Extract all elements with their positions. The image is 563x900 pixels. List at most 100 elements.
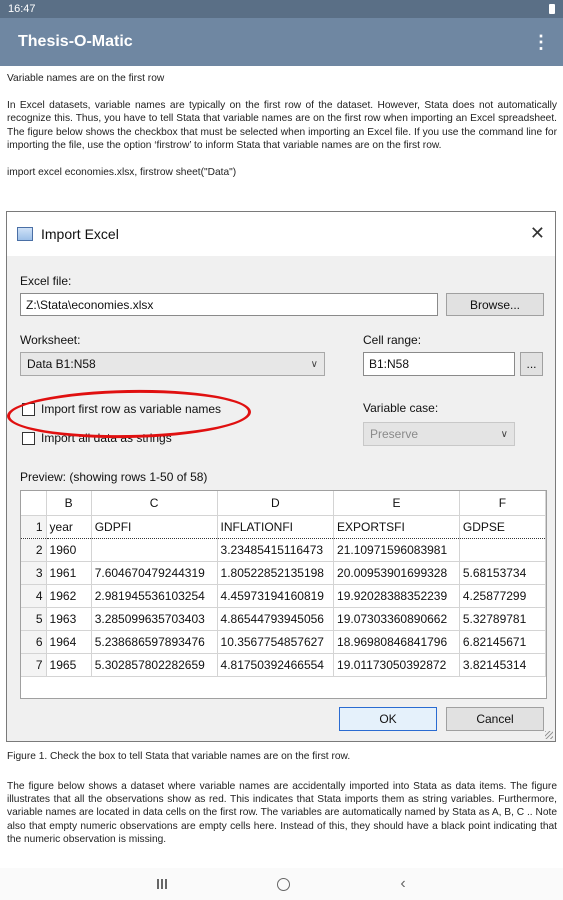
resize-grip[interactable] [545,731,553,739]
back-icon[interactable]: ‹ [400,875,405,893]
figure-caption: Figure 1. Check the box to tell Stata th… [7,751,351,762]
more-vert-icon[interactable]: ⋮ [532,33,550,51]
status-bar: 16:47 [0,0,563,18]
preview-grid[interactable]: B C D E F 1 year GDPFI INFLATIONFI EXPORTSFI GDPSE… [20,490,547,699]
table-cell: 2.981945536103254 [91,584,218,608]
worksheet-label: Worksheet: [20,333,81,347]
table-cell: 1.80522852135198 [217,561,335,585]
checkbox-box [22,402,35,416]
table-cell: GDPFI [91,514,218,539]
row-number: 4 [21,584,47,608]
table-cell: 7.604670479244319 [91,561,218,585]
table-cell: 1965 [46,653,92,677]
import-strings-label: Import all data as strings [41,431,172,445]
row-number: 3 [21,561,47,585]
recents-icon[interactable] [157,879,168,889]
article-content: Variable names are on the first row In E… [7,70,557,179]
column-header [21,491,47,516]
column-header: F [459,491,546,516]
body-paragraph: The figure below shows a dataset where v… [7,781,557,845]
table-cell: 1964 [46,630,92,654]
table-cell: INFLATIONFI [217,514,335,539]
home-icon[interactable] [277,877,291,891]
row-number: 1 [21,514,47,539]
preview-header-row: BCDEF [21,491,546,516]
table-cell: year [46,514,92,539]
table-row: 3 1961 7.604670479244319 1.80522852135198 20… [21,561,546,585]
dialog-title-bar: Import Excel [7,212,555,256]
table-cell: 18.96980846841796 [333,630,460,654]
close-icon[interactable]: ✕ [530,224,545,242]
row-number: 5 [21,607,47,631]
table-cell: 1962 [46,584,92,608]
table-cell: 3.285099635703403 [91,607,218,631]
table-row: 4 1962 2.981945536103254 4.45973194160819 19… [21,584,546,608]
column-header: E [333,491,460,516]
section-heading: Variable names are on the first row [7,73,165,84]
variable-case-value: Preserve [370,427,419,441]
variable-case-label: Variable case: [363,401,439,415]
table-cell: 3.23485415116473 [217,538,335,562]
preview-label: Preview: (showing rows 1-50 of 58) [20,470,208,484]
table-cell: 21.10971596083981 [333,538,460,562]
chevron-down-icon: ∨ [310,358,318,370]
table-cell: GDPSE [459,514,546,539]
table-cell: 1963 [46,607,92,631]
preview-table: B C D E F 1 year GDPFI INFLATIONFI EXPORTSFI GDPSE… [21,491,546,677]
excel-file-label: Excel file: [20,274,72,288]
variable-case-select[interactable]: Preserve ∨ [363,422,515,446]
table-cell: 20.00953901699328 [333,561,460,585]
intro-paragraph: In Excel datasets, variable names are ty… [7,100,557,151]
window-icon [17,227,33,241]
import-excel-figure: Import Excel ✕ Excel file: Z:\Stata\econ… [6,211,556,742]
table-cell [91,538,218,562]
excel-file-input[interactable]: Z:\Stata\economies.xlsx [20,293,438,316]
table-cell: 1960 [46,538,92,562]
table-cell: 4.86544793945056 [217,607,335,631]
table-row: 2 1960 3.23485415116473 21.10971596083981 [21,538,546,562]
import-first-row-label: Import first row as variable names [41,402,222,416]
app-bar: Thesis-O-Matic ⋮ [0,18,563,66]
table-cell [459,538,546,562]
import-strings-checkbox[interactable]: Import all data as strings [22,431,172,445]
table-cell: 5.302857802282659 [91,653,218,677]
ok-button[interactable]: OK [339,707,437,731]
cell-range-button[interactable]: ... [520,352,543,376]
cell-range-label: Cell range: [363,333,422,347]
table-row: 7 1965 5.302857802282659 4.81750392466554 19… [21,653,546,677]
dialog-title: Import Excel [41,226,119,242]
table-cell: 4.45973194160819 [217,584,335,608]
column-header: D [217,491,335,516]
cancel-button[interactable]: Cancel [446,707,544,731]
worksheet-select[interactable]: Data B1:N58 ∨ [20,352,325,376]
chevron-down-icon: ∨ [500,428,508,440]
table-cell: 19.92028388352239 [333,584,460,608]
cell-range-input[interactable]: B1:N58 [363,352,515,376]
browse-button[interactable]: Browse... [446,293,544,316]
import-first-row-checkbox[interactable]: Import first row as variable names [22,402,221,416]
table-cell: 10.3567754857627 [217,630,335,654]
table-cell: 4.81750392466554 [217,653,335,677]
table-cell: 1961 [46,561,92,585]
system-nav-bar: ‹ [0,868,563,900]
command-example: import excel economies.xlsx, firstrow sh… [7,167,237,179]
table-cell: 6.82145671 [459,630,546,654]
column-header: C [91,491,218,516]
status-time: 16:47 [8,3,36,15]
checkbox-box [22,431,35,445]
table-cell: 3.82145314 [459,653,546,677]
table-row: 1 year GDPFI INFLATIONFI EXPORTSFI GDPSE [21,514,546,539]
app-title: Thesis-O-Matic [18,33,133,50]
battery-icon [549,4,555,14]
table-cell: 5.68153734 [459,561,546,585]
table-cell: EXPORTSFI [333,514,460,539]
row-number: 7 [21,653,47,677]
table-cell: 19.01173050392872 [333,653,460,677]
column-header: B [46,491,92,516]
table-cell: 4.25877299 [459,584,546,608]
table-row: 5 1963 3.285099635703403 4.86544793945056 19… [21,607,546,631]
table-cell: 19.07303360890662 [333,607,460,631]
row-number: 2 [21,538,47,562]
row-number: 6 [21,630,47,654]
table-cell: 5.32789781 [459,607,546,631]
